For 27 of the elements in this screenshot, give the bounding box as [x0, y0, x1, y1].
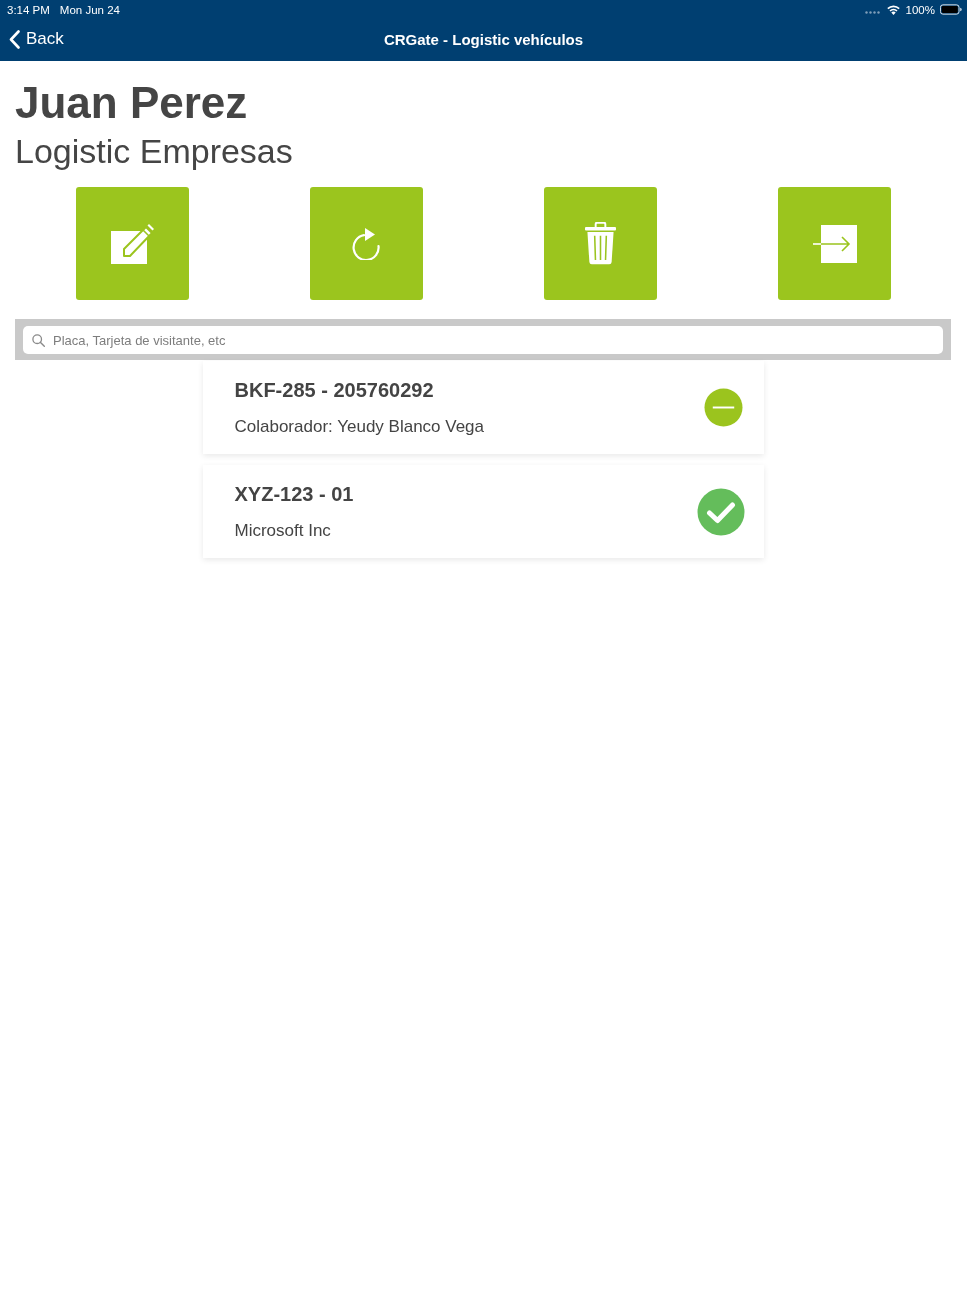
- search-field[interactable]: Placa, Tarjeta de visitante, etc: [23, 326, 943, 354]
- back-button[interactable]: Back: [7, 26, 66, 52]
- vehicle-card[interactable]: BKF-285 - 205760292 Colaborador: Yeudy Blanco Vega: [202, 361, 764, 454]
- vehicle-owner: Microsoft Inc: [234, 519, 332, 542]
- person-name: Juan Perez: [15, 78, 249, 128]
- vehicle-plate: XYZ-123 - 01: [234, 481, 354, 506]
- search-icon: [32, 334, 45, 347]
- vehicle-owner: Colaborador: Yeudy Blanco Vega: [234, 415, 485, 438]
- signal-icon: [864, 10, 881, 14]
- refresh-icon: [351, 227, 381, 260]
- pencil-square-icon: [111, 223, 155, 264]
- exit-button[interactable]: [777, 187, 891, 300]
- battery-icon: [940, 4, 962, 15]
- trash-icon: [584, 222, 616, 265]
- company-name: Logistic Empresas: [15, 131, 294, 171]
- wifi-icon: [885, 4, 901, 15]
- refresh-button[interactable]: [309, 187, 423, 300]
- vehicle-card[interactable]: XYZ-123 - 01 Microsoft Inc: [202, 465, 764, 558]
- exit-arrow-icon: [813, 224, 857, 263]
- chevron-icon: [9, 29, 20, 49]
- status-date: Mon Jun 24: [59, 2, 120, 17]
- screen-title: CRGate - Logistic vehículos: [383, 31, 584, 49]
- vehicle-plate: BKF-285 - 205760292: [234, 377, 435, 402]
- battery-percent: 100%: [905, 2, 935, 17]
- delete-button[interactable]: [543, 187, 657, 300]
- status-time: 3:14 PM: [7, 2, 50, 17]
- edit-button[interactable]: [75, 187, 189, 300]
